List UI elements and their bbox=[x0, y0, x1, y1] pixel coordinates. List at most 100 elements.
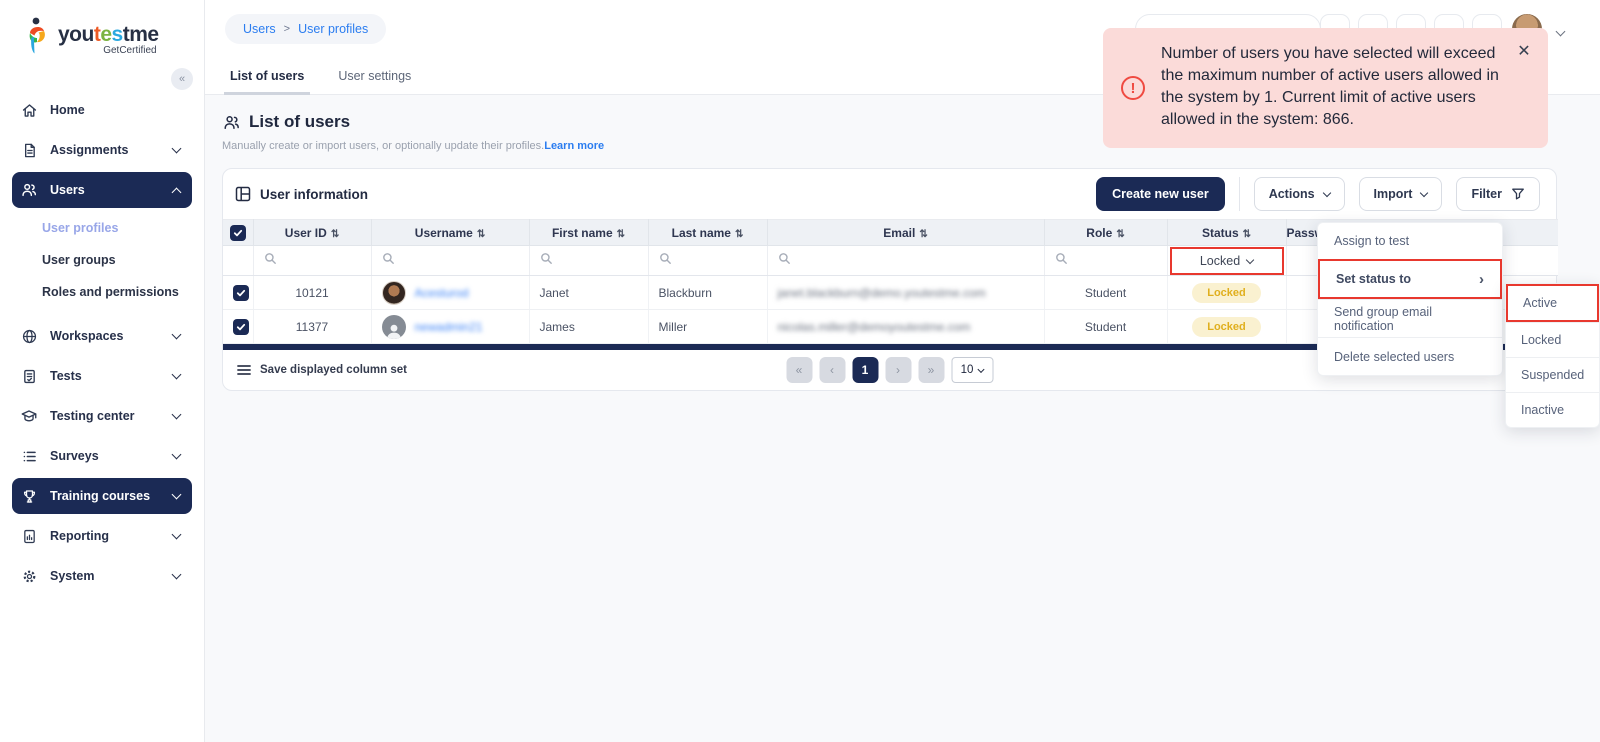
select-all-checkbox[interactable] bbox=[230, 225, 246, 241]
pagination: « ‹ 1 › » 10 bbox=[786, 357, 993, 383]
sidebar-collapse-button[interactable]: « bbox=[171, 68, 193, 90]
breadcrumb-user-profiles-link[interactable]: User profiles bbox=[298, 22, 368, 36]
card-actions: Create new user Actions Import Filter bbox=[1096, 177, 1540, 211]
submenu-item-suspended[interactable]: Suspended bbox=[1506, 357, 1599, 392]
column-header-role[interactable]: Role⇅ bbox=[1044, 220, 1167, 246]
username-link[interactable]: newadmin21 bbox=[415, 320, 483, 334]
sidebar-item-tests[interactable]: Tests bbox=[12, 358, 192, 394]
workspaces-icon bbox=[20, 327, 38, 345]
cell-user-id: 11377 bbox=[253, 310, 371, 344]
sort-icon[interactable]: ⇅ bbox=[735, 229, 743, 240]
users-icon bbox=[20, 181, 38, 199]
save-column-set-button[interactable]: Save displayed column set bbox=[237, 364, 407, 376]
import-button[interactable]: Import bbox=[1359, 177, 1443, 211]
cell-role: Student bbox=[1044, 276, 1167, 310]
avatar bbox=[382, 315, 406, 339]
toast-close-icon[interactable]: ✕ bbox=[1515, 43, 1533, 61]
sort-icon[interactable]: ⇅ bbox=[617, 229, 625, 240]
menu-item-delete-selected-users[interactable]: Delete selected users bbox=[1318, 337, 1502, 375]
chevron-up-icon bbox=[172, 187, 182, 197]
sidebar-item-home[interactable]: Home bbox=[12, 92, 192, 128]
row-checkbox[interactable] bbox=[233, 319, 249, 335]
filter-button[interactable]: Filter bbox=[1456, 177, 1540, 211]
search-icon bbox=[382, 252, 395, 265]
status-badge: Locked bbox=[1192, 283, 1261, 303]
brand-mark-icon bbox=[22, 16, 52, 62]
sidebar-item-surveys[interactable]: Surveys bbox=[12, 438, 192, 474]
username-link[interactable]: Acesturod bbox=[415, 286, 469, 300]
status-filter-dropdown[interactable]: Locked bbox=[1170, 247, 1284, 275]
menu-item-send-group-email[interactable]: Send group email notification bbox=[1318, 299, 1502, 337]
pagination-first-button[interactable]: « bbox=[786, 357, 812, 383]
submenu-item-active[interactable]: Active bbox=[1506, 284, 1599, 322]
search-icon bbox=[1055, 252, 1068, 265]
sidebar-nav: Home Assignments Users User profiles Use… bbox=[0, 92, 204, 594]
filter-user-id[interactable] bbox=[253, 246, 371, 276]
breadcrumb-users-link[interactable]: Users bbox=[243, 22, 276, 36]
row-checkbox[interactable] bbox=[233, 285, 249, 301]
column-header-user-id[interactable]: User ID⇅ bbox=[253, 220, 371, 246]
app: youtestme GetCertified « Home Assignment… bbox=[0, 0, 1600, 742]
filter-email[interactable] bbox=[767, 246, 1044, 276]
page-size-select[interactable]: 10 bbox=[951, 357, 993, 383]
submenu-item-inactive[interactable]: Inactive bbox=[1506, 392, 1599, 427]
cell-username: Acesturod bbox=[371, 276, 529, 310]
column-header-email[interactable]: Email⇅ bbox=[767, 220, 1044, 246]
profile-chevron-down-icon[interactable] bbox=[1556, 27, 1566, 37]
column-header-first-name[interactable]: First name⇅ bbox=[529, 220, 648, 246]
search-icon bbox=[659, 252, 672, 265]
column-header-username[interactable]: Username⇅ bbox=[371, 220, 529, 246]
sort-icon[interactable]: ⇅ bbox=[331, 229, 339, 240]
actions-dropdown-menu: Assign to test Set status to› Send group… bbox=[1317, 222, 1503, 376]
brand-logo: youtestme GetCertified bbox=[0, 0, 204, 74]
sidebar-item-testing-center[interactable]: Testing center bbox=[12, 398, 192, 434]
sidebar-item-users[interactable]: Users bbox=[12, 172, 192, 208]
sidebar-item-assignments[interactable]: Assignments bbox=[12, 132, 192, 168]
cell-username: newadmin21 bbox=[371, 310, 529, 344]
cell-status: Locked bbox=[1167, 310, 1286, 344]
sidebar-item-system[interactable]: System bbox=[12, 558, 192, 594]
pagination-next-button[interactable]: › bbox=[885, 357, 911, 383]
tab-user-settings[interactable]: User settings bbox=[338, 69, 411, 94]
sidebar-item-user-profiles[interactable]: User profiles bbox=[0, 212, 204, 244]
sidebar-item-training-courses[interactable]: Training courses bbox=[12, 478, 192, 514]
sort-icon[interactable]: ⇅ bbox=[919, 229, 927, 240]
actions-button[interactable]: Actions bbox=[1254, 177, 1345, 211]
search-icon bbox=[540, 252, 553, 265]
alert-circle-icon: ! bbox=[1121, 76, 1145, 100]
sort-icon[interactable]: ⇅ bbox=[1243, 229, 1251, 240]
menu-item-assign-to-test[interactable]: Assign to test bbox=[1318, 223, 1502, 259]
tests-icon bbox=[20, 367, 38, 385]
hamburger-icon bbox=[237, 364, 251, 376]
cell-last-name: Blackburn bbox=[648, 276, 767, 310]
sort-icon[interactable]: ⇅ bbox=[477, 229, 485, 240]
chevron-down-icon bbox=[172, 144, 182, 154]
tab-list-of-users[interactable]: List of users bbox=[230, 69, 304, 94]
pagination-page-1-button[interactable]: 1 bbox=[852, 357, 878, 383]
sidebar-item-reporting[interactable]: Reporting bbox=[12, 518, 192, 554]
create-new-user-button[interactable]: Create new user bbox=[1096, 177, 1225, 211]
submenu-item-locked[interactable]: Locked bbox=[1506, 322, 1599, 357]
learn-more-link[interactable]: Learn more bbox=[544, 140, 604, 152]
pagination-last-button[interactable]: » bbox=[918, 357, 944, 383]
sidebar-item-roles-permissions[interactable]: Roles and permissions bbox=[0, 276, 204, 308]
sort-icon[interactable]: ⇅ bbox=[1116, 229, 1124, 240]
filter-first-name[interactable] bbox=[529, 246, 648, 276]
menu-item-set-status-to[interactable]: Set status to› bbox=[1318, 259, 1502, 299]
chevron-down-icon bbox=[172, 530, 182, 540]
filter-username[interactable] bbox=[371, 246, 529, 276]
sidebar: youtestme GetCertified « Home Assignment… bbox=[0, 0, 205, 742]
set-status-submenu: Active Locked Suspended Inactive bbox=[1505, 283, 1600, 428]
column-header-last-name[interactable]: Last name⇅ bbox=[648, 220, 767, 246]
pagination-prev-button[interactable]: ‹ bbox=[819, 357, 845, 383]
sidebar-item-user-groups[interactable]: User groups bbox=[0, 244, 204, 276]
toast-message: Number of users you have selected will e… bbox=[1161, 43, 1499, 133]
table-icon bbox=[235, 186, 251, 202]
assignments-icon bbox=[20, 141, 38, 159]
filter-role[interactable] bbox=[1044, 246, 1167, 276]
column-header-status[interactable]: Status⇅ bbox=[1167, 220, 1286, 246]
cell-role: Student bbox=[1044, 310, 1167, 344]
breadcrumb-separator: > bbox=[284, 23, 290, 35]
sidebar-item-workspaces[interactable]: Workspaces bbox=[12, 318, 192, 354]
filter-last-name[interactable] bbox=[648, 246, 767, 276]
